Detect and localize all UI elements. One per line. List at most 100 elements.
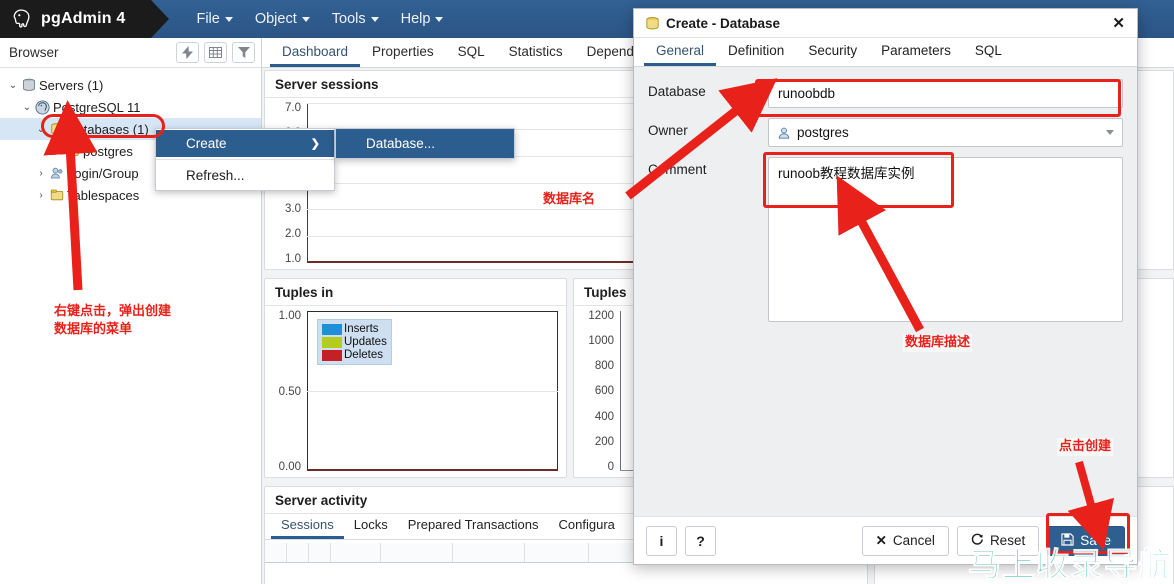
grid-col [331,543,381,562]
info-button[interactable]: i [646,525,677,556]
cancel-button-label: Cancel [892,533,935,548]
field-row-owner: Owner postgres [648,118,1123,147]
context-menu-item-create[interactable]: Create ❯ [156,130,334,157]
chevron-down-icon [1106,130,1114,135]
legend-label-inserts: Inserts [344,323,379,335]
grid-col [381,543,453,562]
database-field-label: Database [648,84,706,99]
owner-selected-value: postgres [797,125,849,140]
database-icon [64,144,81,158]
grid-col [309,543,331,562]
legend-item-updates: Updates [322,336,387,348]
postgres-server-icon [34,99,51,115]
tab-sql[interactable]: SQL [446,40,497,67]
card-tuples-in-title: Tuples in [265,279,566,306]
menu-help[interactable]: Help [390,5,455,33]
grid-icon[interactable] [204,42,227,63]
owner-select[interactable]: postgres [768,118,1123,147]
legend-swatch-inserts [322,323,342,335]
user-icon [777,126,791,140]
dialog-title-bar: Create - Database ✕ [634,9,1137,38]
chevron-down-icon[interactable]: ⌄ [34,124,48,135]
filter-icon[interactable] [232,42,255,63]
field-row-comment: Comment runoob教程数据库实例 [648,157,1123,327]
ytick: 600 [594,385,614,398]
dialog-tab-definition[interactable]: Definition [716,40,796,66]
comment-field-label: Comment [648,162,707,177]
menu-list: File Object Tools Help [185,5,454,33]
grid-col [525,543,589,562]
sa-tab-sessions[interactable]: Sessions [271,514,344,539]
ytick: 0 [607,460,614,473]
y-axis-line [620,311,621,471]
menu-object[interactable]: Object [244,5,321,33]
close-icon[interactable]: ✕ [1108,14,1129,32]
tuples-in-plot: Inserts Updates Deletes [307,311,558,471]
close-x-icon: ✕ [875,532,887,548]
series-deletes-line [307,469,558,471]
menu-tools-label: Tools [331,11,366,27]
servers-icon [20,78,37,92]
legend-label-deletes: Deletes [344,349,383,361]
sa-tab-configuration[interactable]: Configura [549,514,625,539]
comment-textarea[interactable]: runoob教程数据库实例 [768,157,1123,322]
chevron-right-icon[interactable]: › [34,190,48,201]
app-title: pgAdmin 4 [41,10,126,27]
legend-label-updates: Updates [344,336,387,348]
tree-node-postgresql-11[interactable]: ⌄ PostgreSQL 11 [0,96,261,118]
ytick: 200 [594,435,614,448]
card-tuples-in: Tuples in 1.00 0.50 0.00 Inserts Updates… [264,278,567,478]
context-submenu-item-database[interactable]: Database... [336,129,514,158]
cancel-button[interactable]: ✕ Cancel [861,525,949,556]
chevron-down-icon[interactable]: ⌄ [20,102,34,113]
database-icon [645,16,660,31]
sa-tab-locks[interactable]: Locks [344,514,398,539]
context-submenu: Database... [335,128,515,159]
chart-tuples-in: 1.00 0.50 0.00 Inserts Updates Deletes [265,307,566,477]
dialog-tab-general[interactable]: General [644,40,717,66]
sa-tab-prepared-transactions[interactable]: Prepared Transactions [398,514,549,539]
help-button[interactable]: ? [685,525,716,556]
tree-node-tablespaces-label: Tablespaces [67,187,140,203]
tree-node-databases-label: Databases (1) [67,121,149,137]
context-menu-item-refresh-label: Refresh... [186,168,245,183]
chevron-down-icon [301,16,310,22]
legend-swatch-deletes [322,349,342,361]
tab-properties[interactable]: Properties [360,40,446,67]
dialog-tab-parameters[interactable]: Parameters [869,40,963,66]
postgres-elephant-icon [10,7,34,31]
tab-statistics[interactable]: Statistics [497,40,575,67]
chevron-right-icon[interactable]: › [34,168,48,179]
database-name-input[interactable] [768,79,1123,108]
tree-node-servers[interactable]: ⌄ Servers (1) [0,74,261,96]
ytick: 3.0 [285,202,301,215]
tuples-in-legend: Inserts Updates Deletes [317,319,392,365]
ytick: 800 [594,360,614,373]
ytick: 400 [594,410,614,423]
tuples-in-y-axis: 1.00 0.50 0.00 [265,307,305,477]
tree-node-postgresql-11-label: PostgreSQL 11 [53,99,141,115]
owner-field-label: Owner [648,123,688,138]
chevron-down-icon [370,16,379,22]
context-menu-item-refresh[interactable]: Refresh... [156,162,334,189]
watermark: 马上收录导航 [968,545,1172,584]
quick-connect-icon[interactable] [176,42,199,63]
context-menu-item-create-label: Create [186,136,227,151]
chevron-down-icon[interactable]: ⌄ [6,80,20,91]
menu-tools[interactable]: Tools [321,5,390,33]
gridline [307,391,558,392]
chevron-right-icon[interactable]: › [50,146,64,157]
tree-node-postgres-db-label: postgres [83,143,133,159]
tab-dashboard[interactable]: Dashboard [270,40,361,67]
menu-object-label: Object [254,11,297,27]
annotation-db-comment-note: 数据库描述 [903,334,973,352]
dialog-tab-sql[interactable]: SQL [963,40,1014,66]
browser-header: Browser [0,38,261,68]
owner-field-control: postgres [768,118,1123,147]
menu-file[interactable]: File [185,5,243,33]
info-icon: i [659,532,664,549]
ytick: 1200 [588,310,614,322]
browser-toolbar [176,42,255,63]
dialog-tab-security[interactable]: Security [796,40,869,66]
ytick: 7.0 [285,102,301,114]
